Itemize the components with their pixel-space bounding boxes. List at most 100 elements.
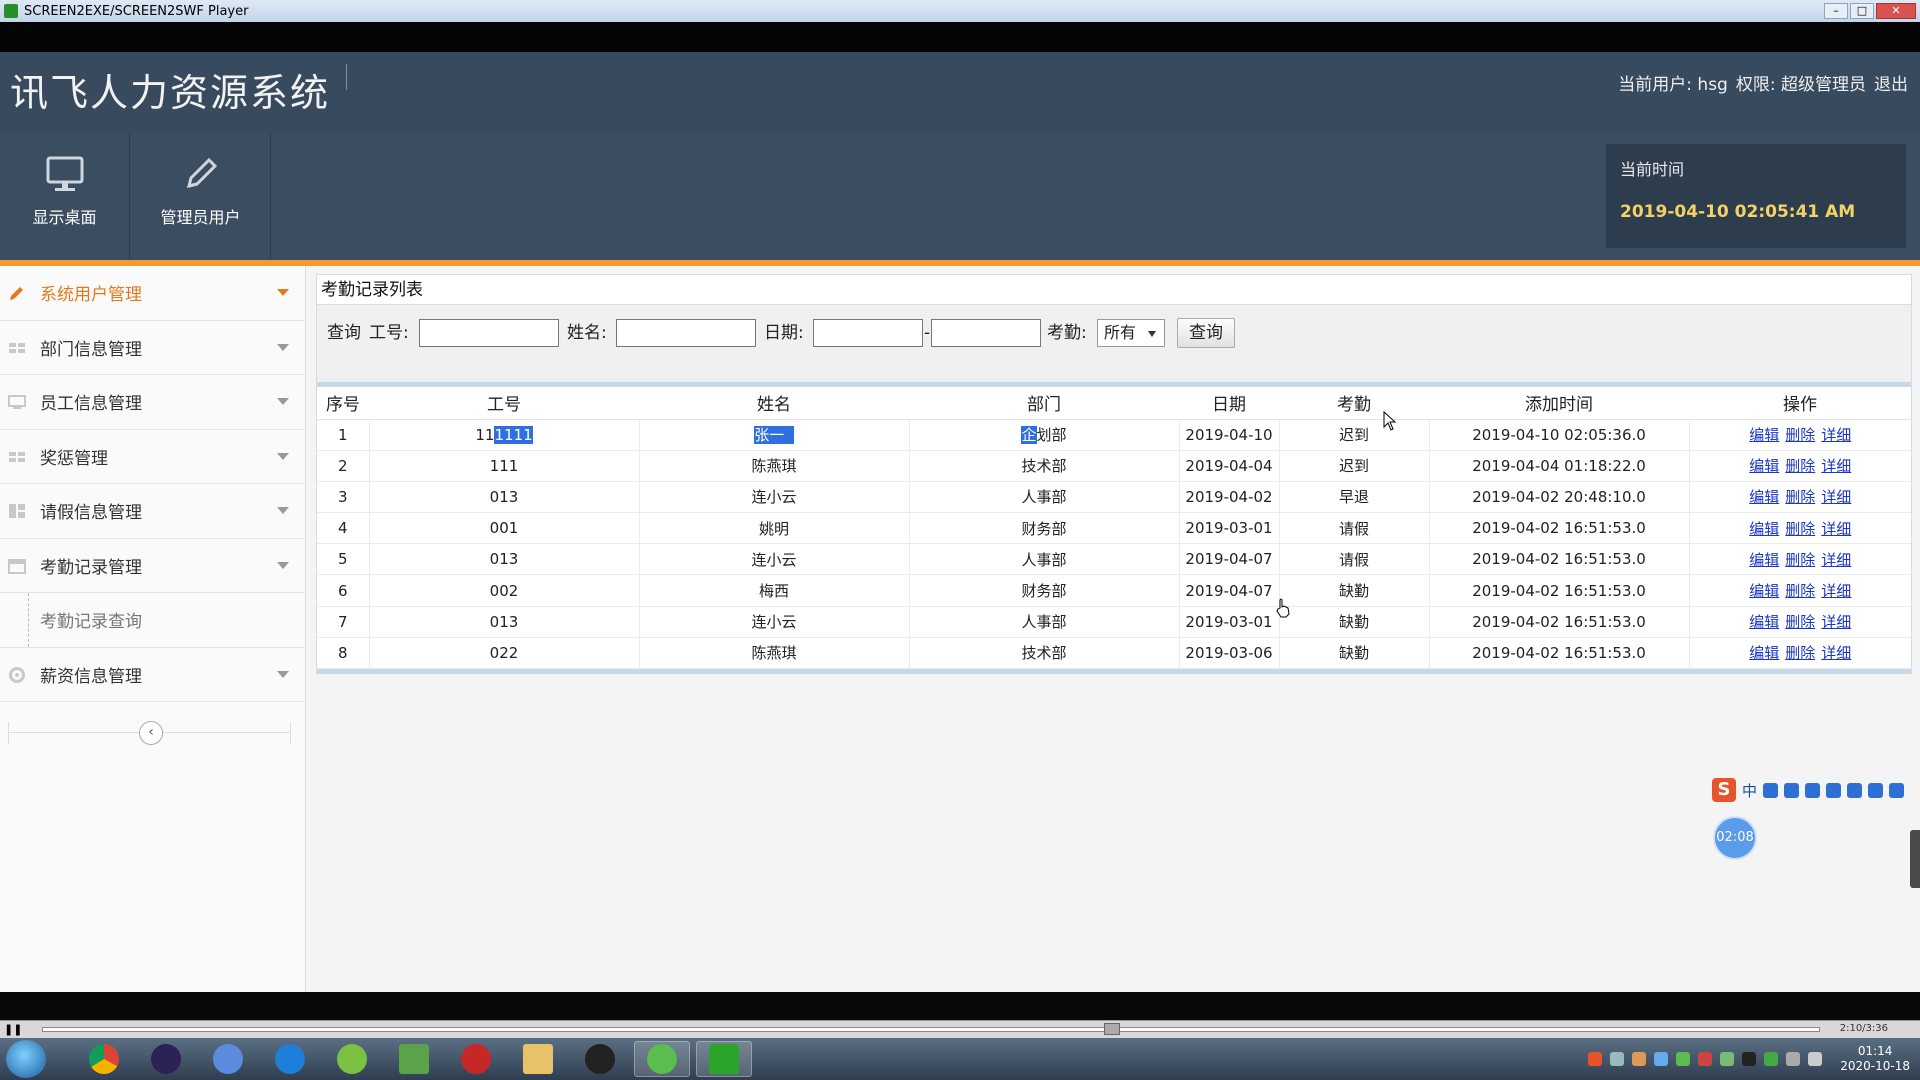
column-header: 日期 [1179,387,1279,420]
detail-link[interactable]: 详细 [1821,582,1851,600]
attendance-select[interactable]: 所有 [1097,319,1165,347]
edit-link[interactable]: 编辑 [1749,582,1779,600]
qq-tray-icon[interactable] [1742,1052,1757,1066]
taskbar-baidu[interactable] [200,1041,256,1077]
employee-id-input[interactable] [419,319,559,347]
edit-link[interactable]: 编辑 [1749,488,1779,506]
maximize-button[interactable]: □ [1850,3,1874,19]
logout-link[interactable]: 退出 [1874,70,1908,95]
cell-ops: 编辑 删除 详细 [1689,637,1911,670]
search-button[interactable]: 查询 [1177,318,1235,348]
ime-punct-icon[interactable] [1763,782,1779,798]
delete-link[interactable]: 删除 [1785,644,1815,662]
shield-icon[interactable] [1654,1052,1669,1066]
ime-menu-icon[interactable] [1889,782,1905,798]
detail-link[interactable]: 详细 [1821,520,1851,538]
ime-voice-icon[interactable] [1805,782,1821,798]
taskbar-chrome[interactable] [76,1041,132,1077]
taskbar-browser[interactable] [262,1041,318,1077]
side-handle[interactable] [1910,830,1920,888]
edit-link[interactable]: 编辑 [1749,426,1779,444]
cell-id-part: 11 [475,425,495,444]
sidebar-item-salary[interactable]: 薪资信息管理 [0,648,305,702]
leaf-icon [337,1044,367,1074]
ime-emoji-icon[interactable] [1784,782,1800,798]
detail-link[interactable]: 详细 [1821,457,1851,475]
sidebar-subitem-attendance-query[interactable]: 考勤记录查询 [0,593,305,648]
ime-keyboard-icon[interactable] [1826,782,1842,798]
tray-icon[interactable] [1610,1052,1625,1066]
edit-link[interactable]: 编辑 [1749,457,1779,475]
tray-icon[interactable] [1764,1052,1779,1066]
recording-timer[interactable]: 02:08 [1713,816,1757,860]
network-icon[interactable] [1720,1052,1735,1066]
detail-link[interactable]: 详细 [1821,613,1851,631]
wechat-tray-icon[interactable] [1676,1052,1691,1066]
ime-skin-icon[interactable] [1868,782,1884,798]
edit-link[interactable]: 编辑 [1749,613,1779,631]
sidebar-item-system-users[interactable]: 系统用户管理 [0,266,305,321]
cell-added: 2019-04-04 01:18:22.0 [1429,450,1690,482]
date-end-input[interactable] [931,319,1041,347]
seek-knob[interactable] [1104,1023,1120,1035]
sogou-ime-icon[interactable]: S [1712,778,1736,802]
close-button[interactable]: ✕ [1876,3,1916,19]
delete-link[interactable]: 删除 [1785,426,1815,444]
edit-link[interactable]: 编辑 [1749,644,1779,662]
taskbar-notepad[interactable] [386,1041,442,1077]
taskbar-clock[interactable]: 01:14 2020-10-18 [1840,1044,1910,1074]
delete-link[interactable]: 删除 [1785,457,1815,475]
sidebar-collapse-button[interactable]: ‹ [139,721,163,745]
ime-user-icon[interactable] [1847,782,1863,798]
admin-user-button[interactable]: 管理员用户 [131,132,271,260]
admin-user-label: 管理员用户 [160,208,241,227]
cell-ops: 编辑 删除 详细 [1689,419,1911,451]
delete-link[interactable]: 删除 [1785,488,1815,506]
cell-no-text: 1 [337,425,348,444]
sidebar-item-leave[interactable]: 请假信息管理 [0,484,305,539]
taskbar-player[interactable] [696,1041,752,1077]
cell-name-wrap: 连小云 [639,481,910,514]
sogou-tray-icon[interactable] [1588,1052,1603,1066]
player-icon [709,1044,739,1074]
monitor-icon[interactable] [1808,1052,1823,1066]
detail-link[interactable]: 详细 [1821,551,1851,569]
taskbar-qq[interactable] [572,1041,628,1077]
ime-language[interactable]: 中 [1742,780,1757,801]
pause-button[interactable]: ❚❚ [4,1023,22,1036]
sidebar-item-attendance[interactable]: 考勤记录管理 [0,539,305,593]
taskbar-explorer[interactable] [510,1041,566,1077]
sidebar-item-departments[interactable]: 部门信息管理 [0,321,305,375]
tray-icon[interactable] [1632,1052,1647,1066]
tray-icon[interactable] [1698,1052,1713,1066]
edit-link[interactable]: 编辑 [1749,520,1779,538]
start-button[interactable] [6,1040,46,1078]
cell-status: 请假 [1279,543,1430,576]
taskbar-eclipse[interactable] [138,1041,194,1077]
delete-link[interactable]: 删除 [1785,613,1815,631]
minimize-button[interactable]: – [1824,3,1848,19]
taskbar-flash[interactable] [448,1041,504,1077]
name-input[interactable] [616,319,756,347]
detail-link[interactable]: 详细 [1821,426,1851,444]
delete-link[interactable]: 删除 [1785,582,1815,600]
chevron-down-icon [277,561,289,569]
seek-track[interactable] [42,1027,1820,1032]
sidebar-item-employees[interactable]: 员工信息管理 [0,375,305,430]
chevron-down-icon [277,289,289,296]
detail-link[interactable]: 详细 [1821,488,1851,506]
detail-link[interactable]: 详细 [1821,644,1851,662]
delete-link[interactable]: 删除 [1785,551,1815,569]
chevron-down-icon [277,507,289,514]
delete-link[interactable]: 删除 [1785,520,1815,538]
sidebar-item-rewards[interactable]: 奖惩管理 [0,430,305,484]
show-desktop-button[interactable]: 显示桌面 [0,132,130,260]
taskbar-wechat[interactable] [634,1041,690,1077]
ime-toolbar[interactable]: S 中 [1712,778,1905,802]
date-start-input[interactable] [813,319,923,347]
volume-icon[interactable] [1786,1052,1801,1066]
cell-date: 2019-04-10 [1179,419,1280,451]
taskbar-leaf[interactable] [324,1041,380,1077]
edit-link[interactable]: 编辑 [1749,551,1779,569]
cell-added: 2019-04-02 16:51:53.0 [1429,574,1690,607]
